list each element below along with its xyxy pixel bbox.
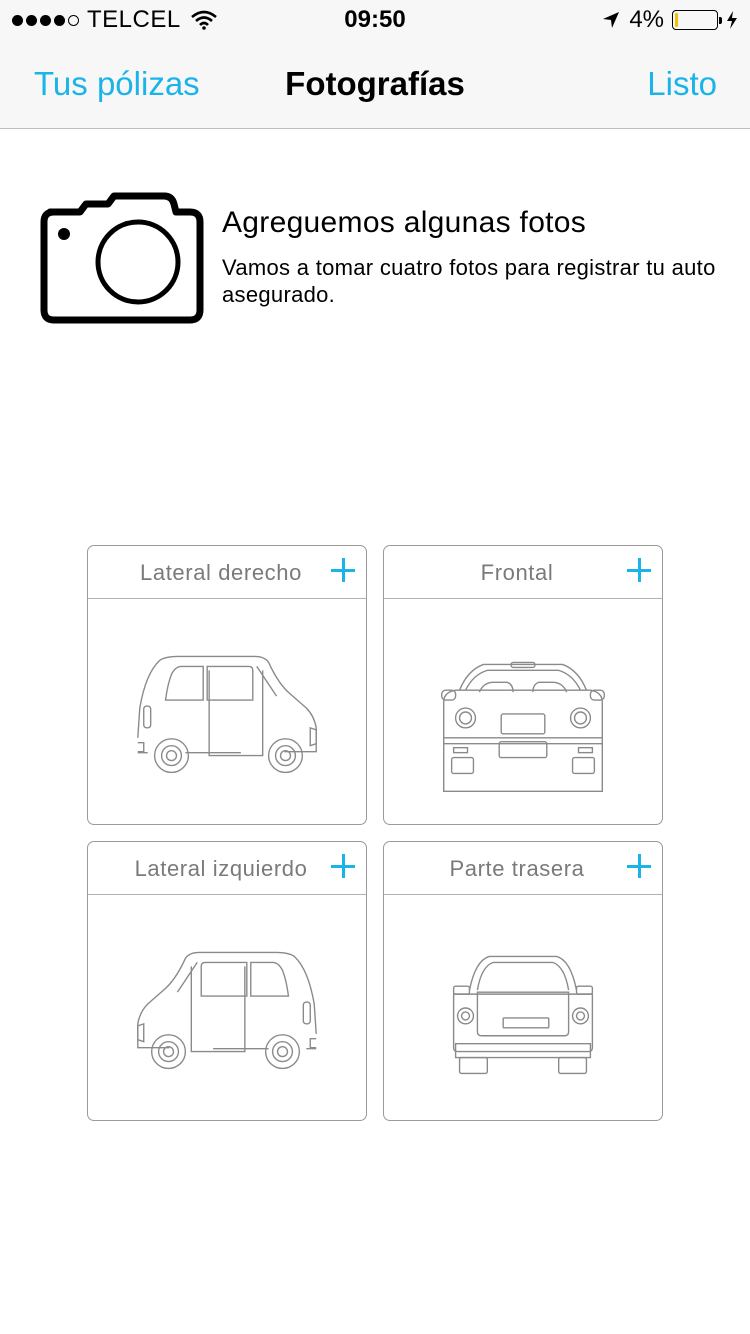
photo-slot-label: Lateral izquierdo — [134, 856, 308, 881]
photo-slot-rear[interactable]: Parte trasera — [383, 841, 663, 1121]
charging-bolt-icon — [727, 11, 737, 29]
car-rear-icon — [384, 895, 662, 1120]
add-photo-icon[interactable] — [624, 851, 654, 881]
photo-slot-label: Frontal — [480, 560, 554, 585]
photo-slot-label: Parte trasera — [449, 856, 585, 881]
photo-slot-front[interactable]: Frontal — [383, 545, 663, 825]
photo-slot-header: Lateral derecho — [88, 546, 366, 599]
photo-slot-header: Frontal — [384, 546, 662, 599]
battery-icon — [672, 10, 722, 30]
photo-slot-right-side[interactable]: Lateral derecho — [87, 545, 367, 825]
location-arrow-icon — [603, 12, 620, 28]
status-bar: TELCEL 09:50 4% — [0, 0, 750, 40]
intro-description: Vamos a tomar cuatro fotos para registra… — [222, 255, 716, 307]
battery-percentage: 4% — [629, 6, 664, 33]
status-right: 4% — [601, 6, 738, 33]
car-right-side-icon — [88, 599, 366, 824]
car-left-side-icon — [88, 895, 366, 1120]
photo-slot-header: Parte trasera — [384, 842, 662, 895]
done-button[interactable]: Listo — [647, 65, 717, 103]
battery-level — [675, 13, 679, 27]
camera-icon — [40, 192, 204, 324]
photo-slot-left-side[interactable]: Lateral izquierdo — [87, 841, 367, 1121]
intro-title: Agreguemos algunas fotos — [222, 206, 587, 239]
photo-slot-header: Lateral izquierdo — [88, 842, 366, 895]
add-photo-icon[interactable] — [328, 851, 358, 881]
back-button[interactable]: Tus pólizas — [34, 65, 200, 103]
add-photo-icon[interactable] — [328, 555, 358, 585]
photo-slot-label: Lateral derecho — [140, 560, 302, 585]
navigation-bar: Tus pólizas Fotografías Listo — [0, 40, 750, 129]
car-front-icon — [384, 599, 662, 824]
add-photo-icon[interactable] — [624, 555, 654, 585]
